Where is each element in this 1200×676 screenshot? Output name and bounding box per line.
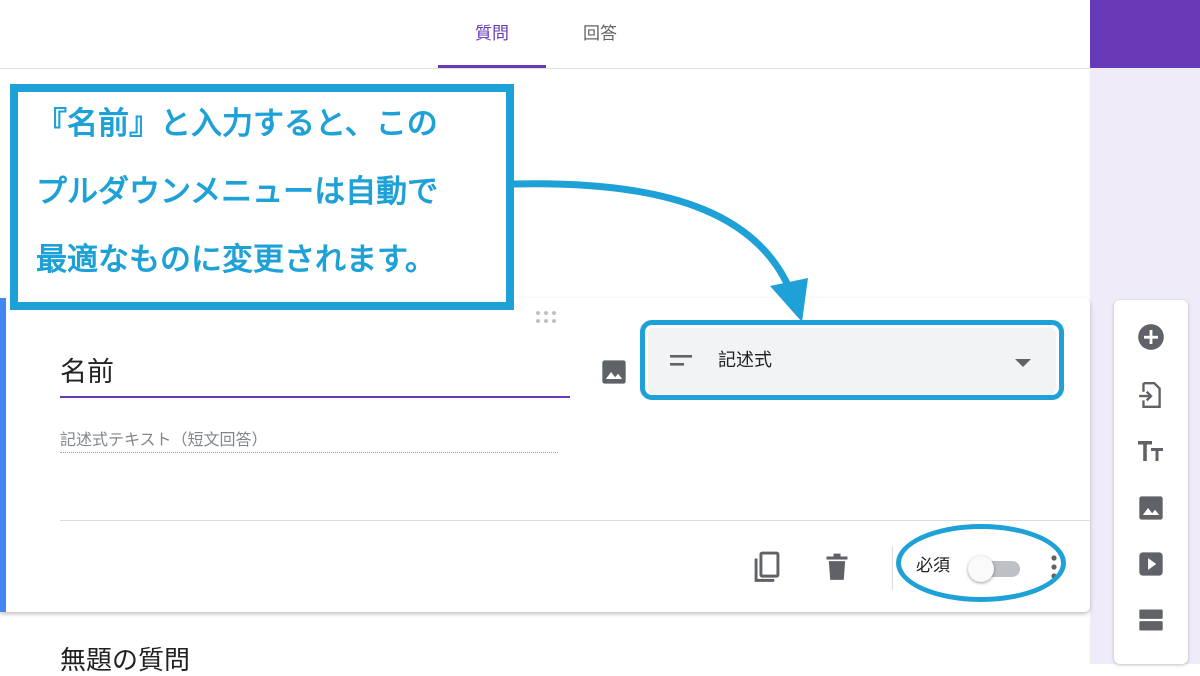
tab-responses[interactable]: 回答 [550, 0, 650, 68]
delete-icon[interactable] [818, 548, 856, 586]
top-tab-bar: 質問 回答 [0, 0, 1090, 69]
add-image-icon[interactable] [1134, 491, 1168, 525]
tab-responses-label: 回答 [583, 24, 617, 44]
required-highlight-annotation [896, 524, 1066, 602]
add-question-image-icon[interactable] [598, 356, 630, 388]
question-card[interactable]: 名前 記述式 記述式テキスト（短文回答） 必須 [0, 298, 1090, 612]
add-title-icon[interactable] [1134, 434, 1168, 468]
annotation-line-3: 最適なものに変更されます。 [36, 242, 436, 278]
add-video-icon[interactable] [1134, 547, 1168, 581]
tab-questions-label: 質問 [475, 24, 509, 44]
tab-questions[interactable]: 質問 [438, 0, 546, 68]
footer-separator [892, 546, 893, 590]
active-tab-indicator [438, 65, 546, 68]
add-question-icon[interactable] [1134, 320, 1168, 354]
side-toolbar [1114, 300, 1188, 664]
annotation-line-2: プルダウンメニューは自動で [36, 174, 439, 210]
short-answer-placeholder: 記述式テキスト（短文回答） [60, 428, 558, 453]
annotation-line-1: 『名前』と入力すると、この [36, 106, 438, 142]
next-question-title: 無題の質問 [60, 646, 191, 676]
card-active-accent [0, 298, 6, 612]
add-section-icon[interactable] [1134, 603, 1168, 637]
drag-handle-icon[interactable] [534, 310, 558, 324]
import-questions-icon[interactable] [1134, 378, 1168, 412]
duplicate-icon[interactable] [748, 548, 786, 586]
annotation-callout: 『名前』と入力すると、この プルダウンメニューは自動で 最適なものに変更されます… [10, 84, 514, 310]
header-accent-block [1090, 0, 1200, 68]
question-title-input[interactable]: 名前 [60, 350, 570, 398]
card-footer-divider [60, 520, 1090, 521]
dropdown-highlight-annotation [640, 320, 1064, 400]
